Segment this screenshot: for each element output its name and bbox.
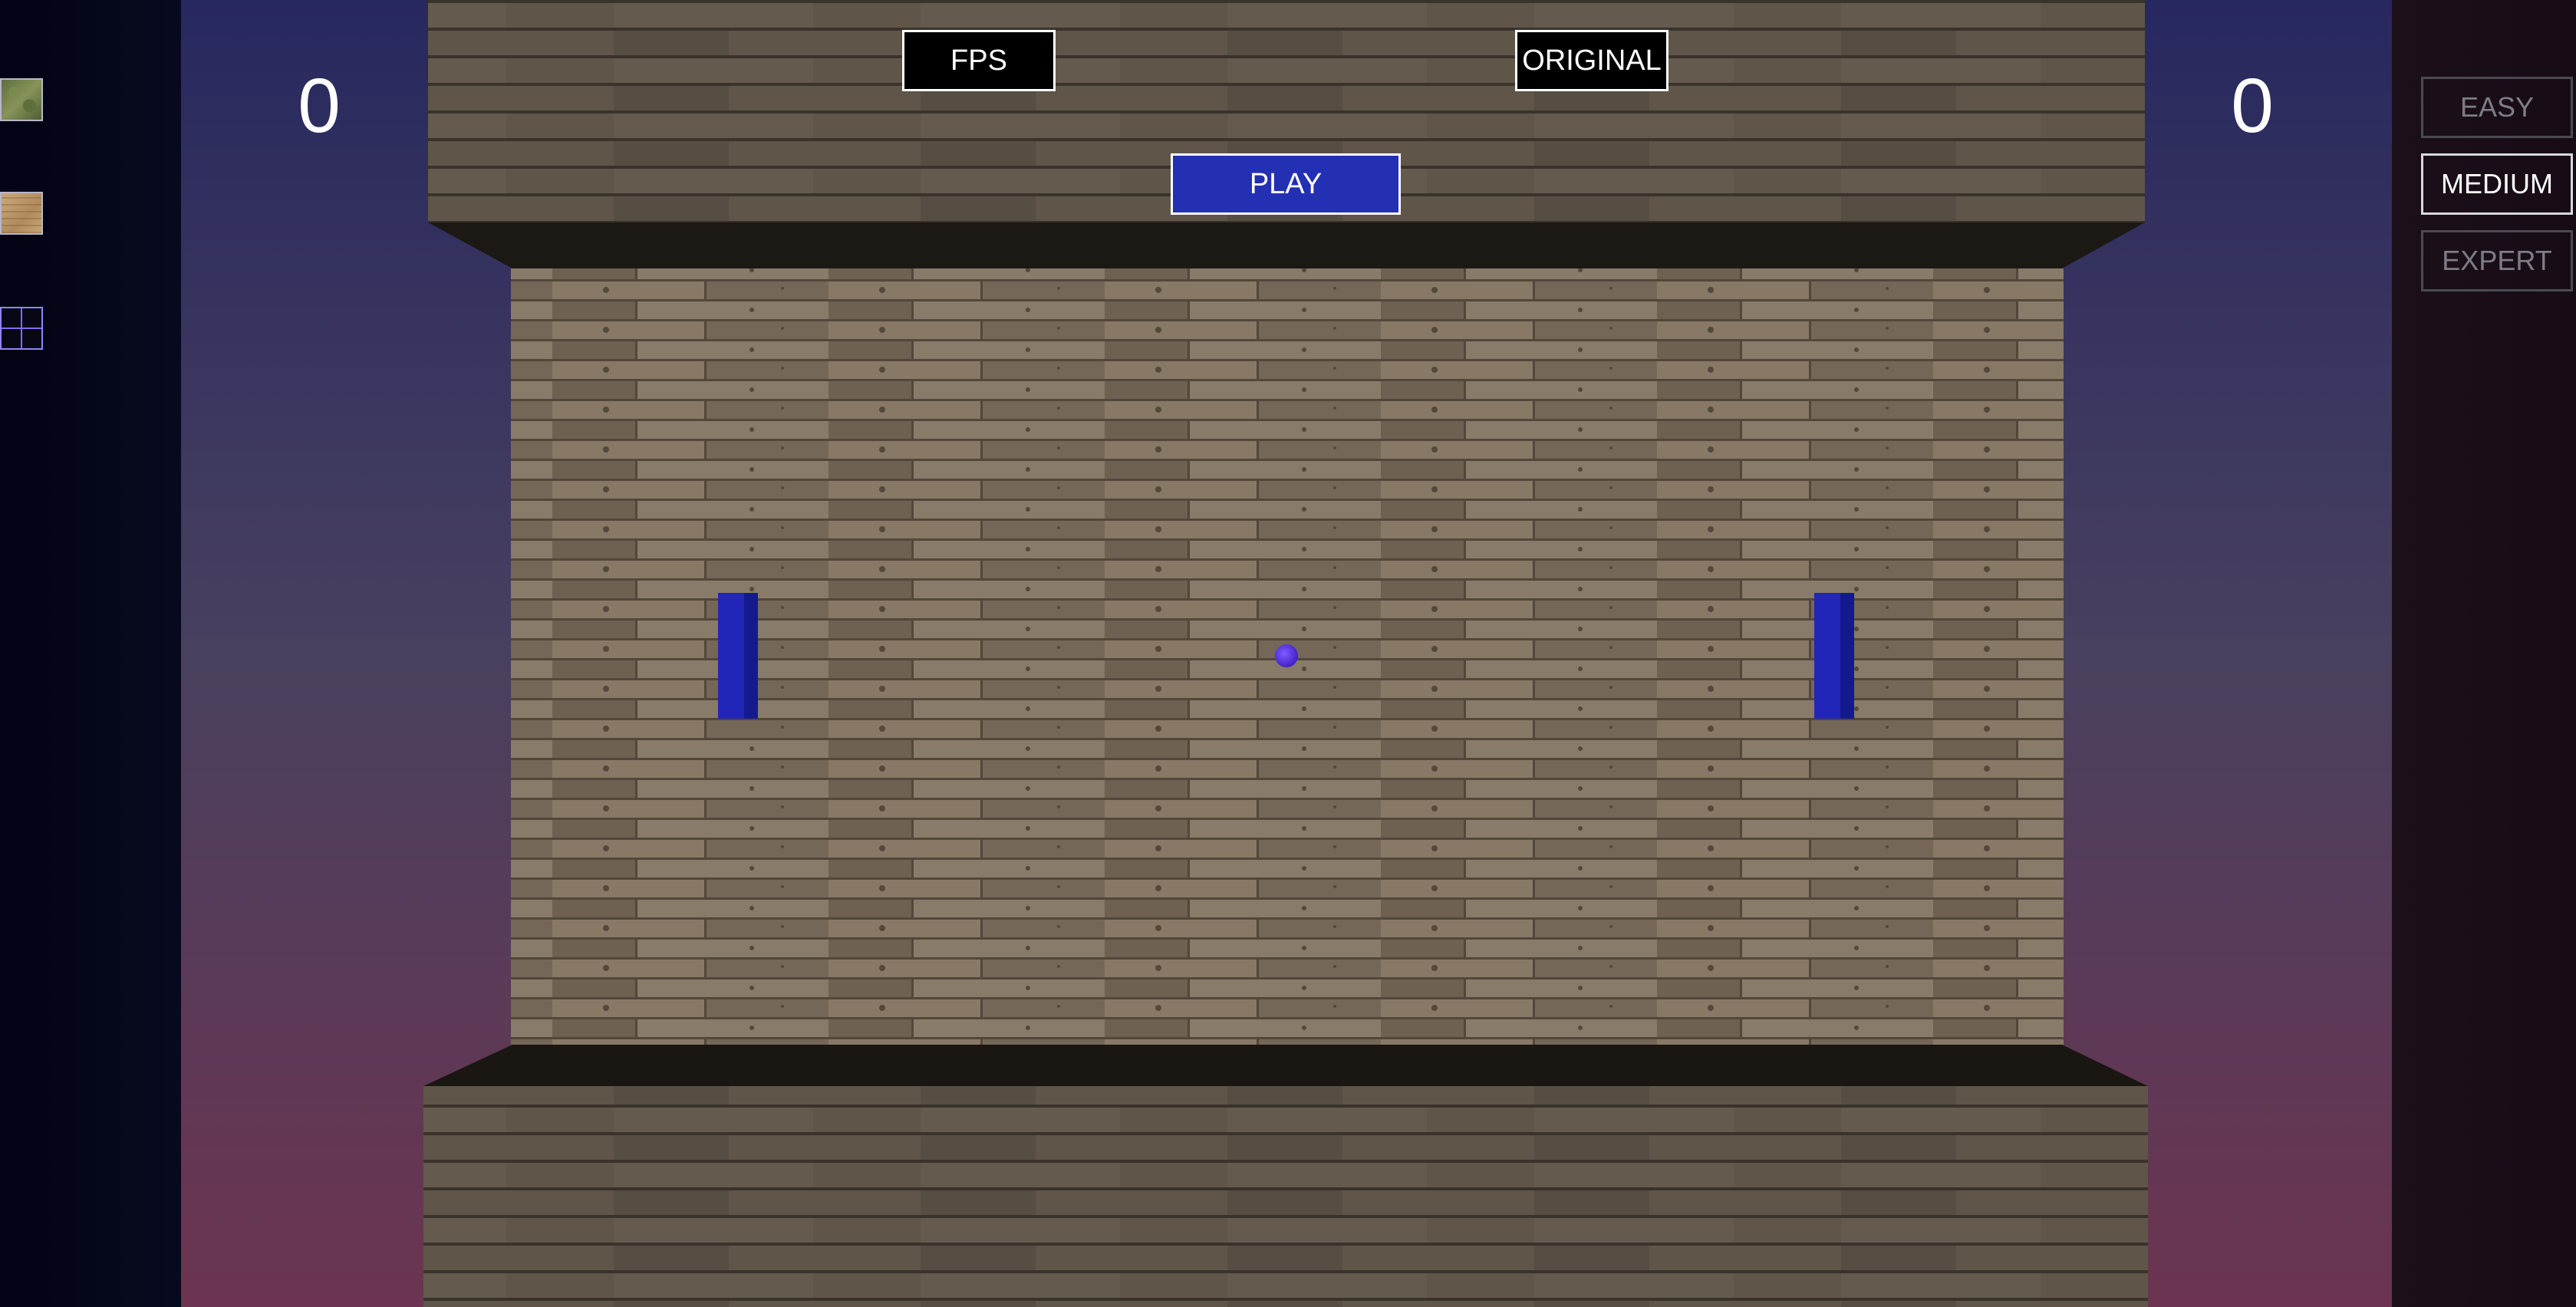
right-score: 0 xyxy=(2231,63,2274,149)
fps-view-button[interactable]: FPS xyxy=(902,30,1056,91)
top-wall-underside xyxy=(428,222,2145,268)
ball xyxy=(1275,644,1298,667)
expert-difficulty-button[interactable]: EXPERT xyxy=(2421,230,2573,291)
medium-difficulty-button[interactable]: MEDIUM xyxy=(2421,153,2573,215)
left-paddle xyxy=(718,593,758,719)
easy-difficulty-button[interactable]: EASY xyxy=(2421,77,2573,138)
left-score: 0 xyxy=(298,63,341,149)
play-button[interactable]: PLAY xyxy=(1171,153,1401,215)
right-paddle xyxy=(1814,593,1854,719)
original-view-button[interactable]: ORIGINAL xyxy=(1515,30,1668,91)
bottom-wall-face xyxy=(423,1086,2148,1307)
wood-texture-swatch[interactable] xyxy=(0,192,43,235)
bottom-wall-top xyxy=(423,1045,2148,1086)
grid-texture-swatch[interactable] xyxy=(0,307,43,350)
grass-texture-swatch[interactable] xyxy=(0,78,43,121)
